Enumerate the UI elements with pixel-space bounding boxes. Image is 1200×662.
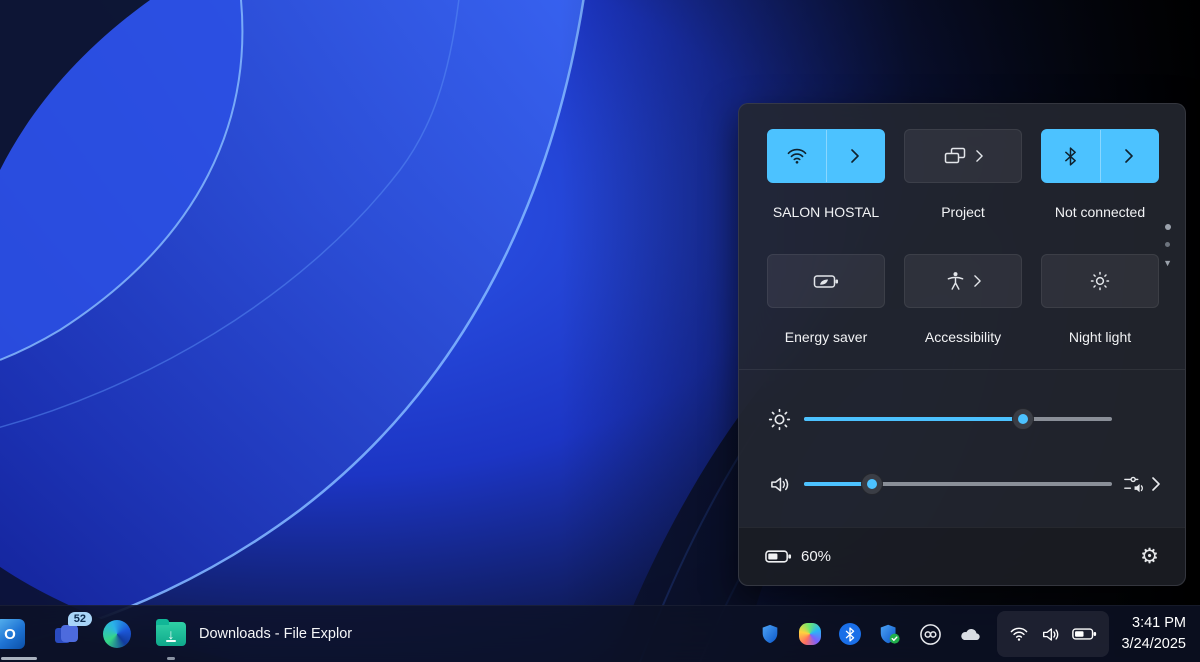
tile-project: Project	[904, 129, 1022, 220]
outlook-icon: O	[0, 619, 25, 649]
energy-saver-tile-label: Energy saver	[785, 329, 867, 345]
tile-pagination: ▼	[1163, 224, 1172, 268]
edge-icon	[103, 620, 131, 648]
energy-saver-button[interactable]	[767, 254, 885, 308]
audio-output-icon[interactable]	[1123, 474, 1147, 495]
bluetooth-tray-icon[interactable]	[838, 622, 862, 646]
tile-bluetooth: Not connected	[1041, 129, 1159, 220]
accessibility-button[interactable]	[904, 254, 1022, 308]
brightness-row	[766, 404, 1160, 434]
page-dot-active[interactable]	[1165, 224, 1171, 230]
quick-settings-tile-grid: SALON HOSTAL Project	[767, 129, 1159, 345]
wifi-tile-label: SALON HOSTAL	[773, 204, 879, 220]
brightness-icon	[766, 408, 792, 431]
sliders-section	[739, 369, 1185, 530]
project-chevron-icon	[976, 150, 983, 162]
gear-icon[interactable]: ⚙	[1140, 546, 1159, 567]
page-dot-inactive[interactable]	[1165, 242, 1170, 247]
tile-energy-saver: Energy saver	[767, 254, 885, 345]
taskbar-teams-button[interactable]: 52	[52, 618, 84, 650]
copilot-icon[interactable]	[798, 622, 822, 646]
accessibility-tile-label: Accessibility	[925, 329, 1001, 345]
night-light-icon	[1090, 271, 1110, 291]
volume-row	[766, 469, 1160, 499]
onedrive-icon[interactable]	[958, 622, 982, 646]
taskbar-clock[interactable]: 3:41 PM 3/24/2025	[1121, 613, 1186, 655]
system-tray: 3:41 PM 3/24/2025	[742, 606, 1196, 662]
tile-wifi: SALON HOSTAL	[767, 129, 885, 220]
clock-date: 3/24/2025	[1121, 634, 1186, 655]
clock-time: 3:41 PM	[1121, 613, 1186, 634]
volume-expand-chevron-icon[interactable]	[1152, 477, 1160, 491]
night-light-tile-label: Night light	[1069, 329, 1131, 345]
taskbar-outlook-button[interactable]: O	[0, 618, 26, 650]
volume-icon	[766, 475, 792, 494]
brightness-slider[interactable]	[804, 408, 1112, 430]
tile-night-light: Night light	[1041, 254, 1159, 345]
project-tile-label: Project	[941, 204, 985, 220]
volume-tray-icon	[1041, 626, 1060, 643]
downloads-folder-icon: ↓	[156, 622, 186, 646]
bluetooth-tile-label: Not connected	[1055, 204, 1145, 220]
bluetooth-toggle-button[interactable]	[1041, 129, 1159, 183]
brightness-slider-fill	[804, 417, 1023, 421]
night-light-button[interactable]	[1041, 254, 1159, 308]
bluetooth-icon[interactable]	[1042, 130, 1100, 182]
taskbar: O 52 ↓ Downloads - File Explor	[0, 605, 1200, 662]
volume-slider-thumb[interactable]	[861, 473, 883, 495]
tile-accessibility: Accessibility	[904, 254, 1022, 345]
file-explorer-window-title: Downloads - File Explor	[199, 626, 352, 642]
project-button[interactable]	[904, 129, 1022, 183]
battery-tray-icon	[1072, 627, 1097, 641]
project-icon	[943, 147, 967, 165]
volume-slider[interactable]	[804, 473, 1112, 495]
bluetooth-expand-chevron-icon[interactable]	[1101, 130, 1159, 182]
security-check-icon[interactable]	[878, 622, 902, 646]
wifi-tray-icon	[1009, 626, 1029, 642]
accessibility-chevron-icon	[974, 275, 981, 287]
system-icons-group[interactable]	[997, 611, 1109, 657]
energy-saver-icon	[813, 273, 839, 290]
battery-icon[interactable]	[765, 549, 792, 564]
teams-icon: 52	[55, 621, 81, 647]
outlook-active-indicator	[1, 657, 37, 660]
wifi-expand-chevron-icon[interactable]	[827, 130, 885, 182]
taskbar-edge-button[interactable]	[101, 618, 133, 650]
file-explorer-running-indicator	[167, 657, 175, 660]
windows-security-icon[interactable]	[758, 622, 782, 646]
accessibility-icon	[946, 271, 965, 291]
triangle-down-icon[interactable]: ▼	[1163, 259, 1172, 268]
creative-cloud-icon[interactable]	[918, 622, 942, 646]
quick-settings-panel: SALON HOSTAL Project	[738, 103, 1186, 586]
taskbar-file-explorer-window-button[interactable]: ↓ Downloads - File Explor	[150, 606, 358, 662]
desktop-screen: SALON HOSTAL Project	[0, 0, 1200, 662]
battery-percent-label[interactable]: 60%	[801, 548, 831, 565]
wifi-icon[interactable]	[768, 130, 826, 182]
brightness-slider-thumb[interactable]	[1012, 408, 1034, 430]
notification-badge: 52	[68, 612, 92, 626]
wifi-toggle-button[interactable]	[767, 129, 885, 183]
quick-settings-footer: 60% ⚙	[739, 527, 1185, 585]
